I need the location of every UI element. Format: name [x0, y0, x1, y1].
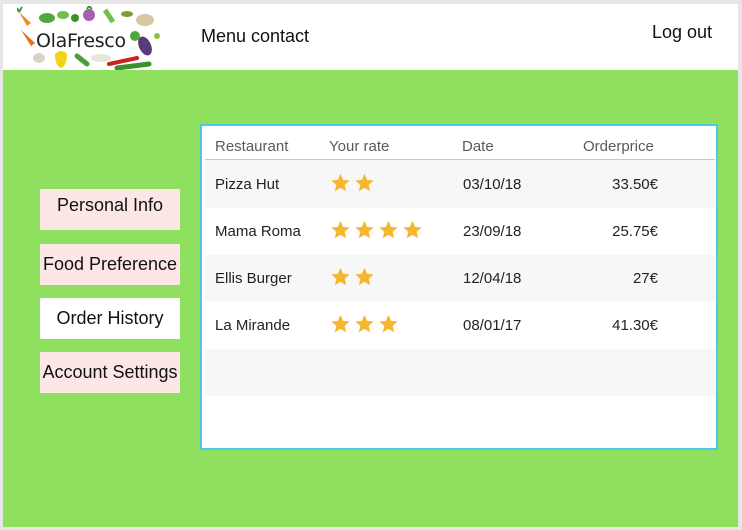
column-header-restaurant: Restaurant [215, 138, 289, 155]
empty-table-row [205, 396, 715, 443]
star-icon [355, 173, 374, 192]
star-rating [329, 172, 376, 194]
cell-date: 03/10/18 [463, 176, 522, 193]
cell-price: 41.30€ [612, 317, 658, 334]
star-icon [331, 220, 350, 239]
star-icon [355, 267, 374, 286]
star-icon [331, 267, 350, 286]
cell-restaurant: La Mirande [215, 317, 291, 334]
cell-restaurant: Mama Roma [215, 223, 301, 240]
sidebar-item-food-preference[interactable]: Food Preference [40, 244, 180, 285]
star-icon [403, 220, 422, 239]
table-header: Restaurant Your rate Date Orderprice [205, 130, 715, 160]
star-rating [329, 266, 376, 288]
menu-contact-link[interactable]: Menu contact [201, 26, 309, 47]
sidebar-item-account-settings[interactable]: Account Settings [40, 352, 180, 393]
star-rating [329, 219, 424, 241]
star-icon [331, 314, 350, 333]
table-row[interactable]: Mama Roma 23/09/18 25.75€ [205, 208, 715, 255]
column-header-orderprice: Orderprice [583, 138, 654, 155]
column-header-date: Date [462, 138, 494, 155]
cell-price: 33.50€ [612, 176, 658, 193]
star-rating [329, 313, 400, 335]
page-background: OlaFresco Menu contact Log out Personal … [3, 4, 738, 527]
cell-price: 25.75€ [612, 223, 658, 240]
column-header-rate: Your rate [329, 138, 390, 155]
cell-date: 23/09/18 [463, 223, 522, 240]
logo-wordmark: OlaFresco [36, 30, 126, 52]
star-icon [379, 220, 398, 239]
cell-price: 27€ [632, 270, 658, 287]
table-row[interactable]: Pizza Hut 03/10/18 33.50€ [205, 161, 715, 208]
cell-date: 12/04/18 [463, 270, 522, 287]
table-row[interactable]: La Mirande 08/01/17 41.30€ [205, 302, 715, 349]
star-icon [355, 314, 374, 333]
cell-date: 08/01/17 [463, 317, 522, 334]
star-icon [379, 314, 398, 333]
order-history-panel: Restaurant Your rate Date Orderprice Piz… [200, 124, 718, 450]
empty-table-row [205, 349, 715, 396]
star-icon [331, 173, 350, 192]
sidebar-item-order-history[interactable]: Order History [40, 298, 180, 339]
table-row[interactable]: Ellis Burger 12/04/18 27€ [205, 255, 715, 302]
order-history-table: Restaurant Your rate Date Orderprice Piz… [205, 130, 715, 444]
star-icon [355, 220, 374, 239]
logout-link[interactable]: Log out [652, 22, 712, 43]
olafresco-logo[interactable]: OlaFresco [17, 6, 177, 70]
sidebar-item-personal-info[interactable]: Personal Info [40, 189, 180, 230]
cell-restaurant: Pizza Hut [215, 176, 280, 193]
top-header: OlaFresco Menu contact Log out [3, 4, 738, 70]
cell-restaurant: Ellis Burger [215, 270, 292, 287]
